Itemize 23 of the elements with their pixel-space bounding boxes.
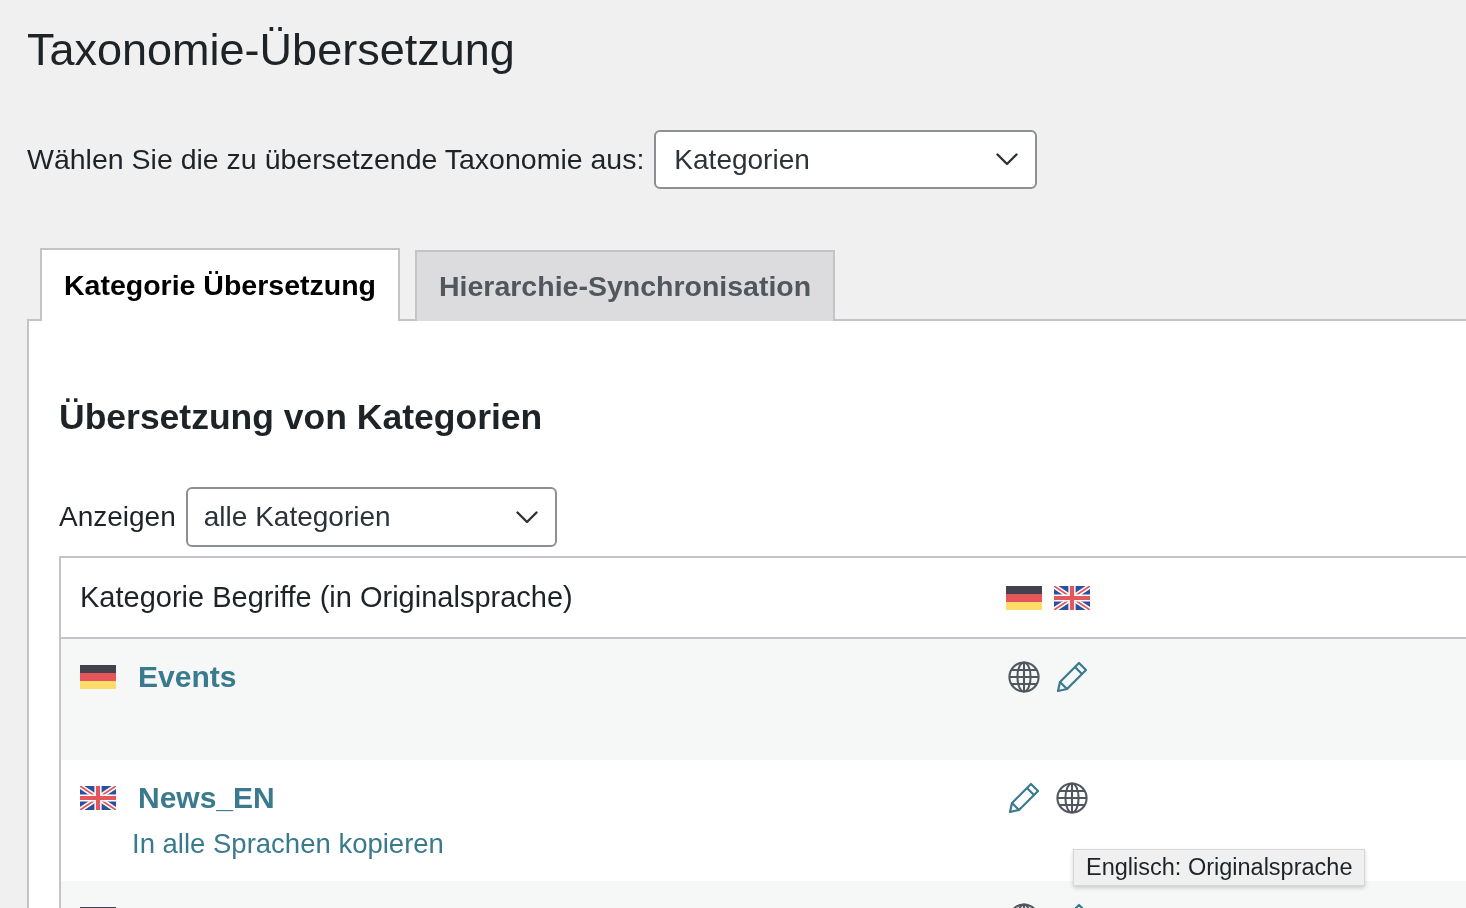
copy-link[interactable]: In alle Sprachen kopieren bbox=[132, 824, 444, 864]
chevron-icon bbox=[996, 153, 1019, 166]
tab[interactable]: Kategorie Übersetzung bbox=[40, 248, 400, 321]
german-flag-icon bbox=[80, 665, 116, 689]
filter-select[interactable]: alle Kategorien bbox=[185, 487, 557, 547]
globe-icon bbox=[1056, 782, 1088, 814]
filter-label: Anzeigen bbox=[59, 501, 176, 533]
chevron-icon bbox=[515, 510, 538, 524]
taxonomy-label: Wählen Sie die zu übersetzende Taxonomie aus: bbox=[27, 143, 645, 176]
pencil-icon[interactable] bbox=[1008, 782, 1040, 814]
german-flag-icon bbox=[1006, 585, 1042, 610]
category-name[interactable]: Events bbox=[138, 660, 237, 694]
category-name[interactable]: News_EN bbox=[138, 781, 275, 815]
taxonomy-select[interactable]: Kategorien bbox=[654, 130, 1038, 189]
globe-icon bbox=[1008, 661, 1040, 693]
british-flag-icon bbox=[1054, 585, 1090, 610]
tooltip: Englisch: Originalsprache bbox=[1073, 849, 1366, 886]
section-title: Übersetzung von Kategorien bbox=[59, 396, 543, 439]
british-flag-icon bbox=[80, 786, 116, 810]
tab[interactable]: Hierarchie-Synchronisation bbox=[415, 250, 836, 321]
column-header: Kategorie Begriffe (in Originalsprache) bbox=[80, 581, 573, 613]
pencil-icon[interactable] bbox=[1056, 661, 1088, 693]
page-title: Taxonomie-Übersetzung bbox=[27, 23, 515, 77]
